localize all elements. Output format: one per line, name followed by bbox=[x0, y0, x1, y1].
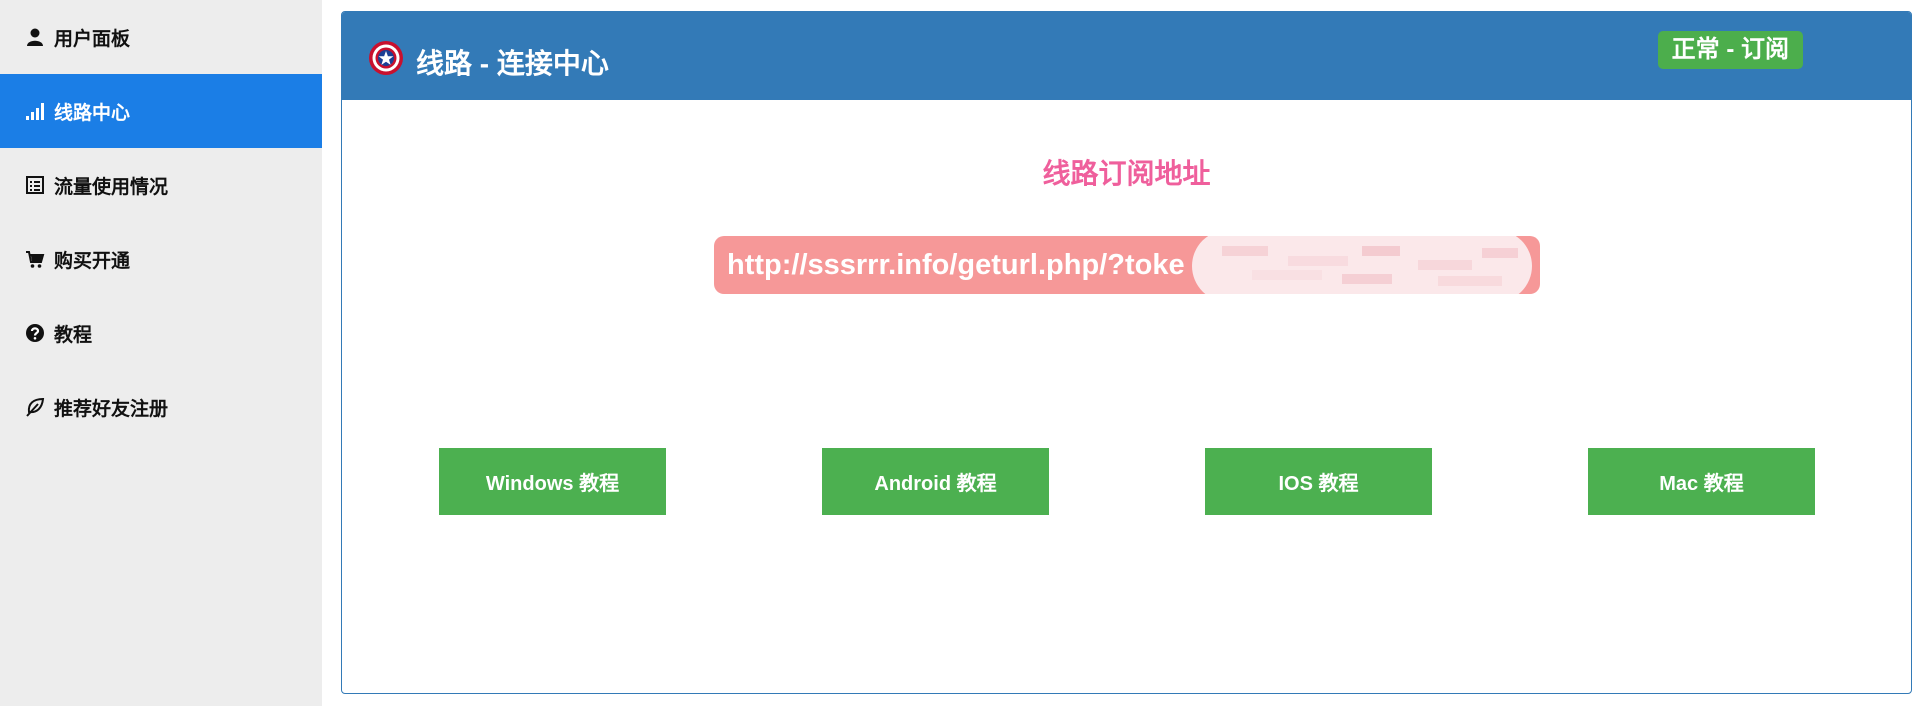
leaf-icon bbox=[22, 394, 48, 420]
sidebar-item-tutorial[interactable]: 教程 bbox=[0, 296, 322, 370]
sidebar-item-user-panel[interactable]: 用户面板 bbox=[0, 0, 322, 74]
star-shield-icon bbox=[368, 40, 404, 76]
list-icon bbox=[22, 172, 48, 198]
mac-tutorial-button[interactable]: Mac 教程 bbox=[1588, 448, 1815, 515]
question-icon bbox=[22, 320, 48, 346]
user-icon bbox=[22, 24, 48, 50]
cart-icon bbox=[22, 246, 48, 272]
sidebar-item-label: 教程 bbox=[54, 324, 93, 346]
sidebar-item-line-center[interactable]: 线路中心 bbox=[0, 74, 322, 148]
panel-title: 线路 - 连接中心 bbox=[416, 48, 609, 79]
sidebar-item-label: 推荐好友注册 bbox=[54, 398, 169, 420]
android-tutorial-button[interactable]: Android 教程 bbox=[822, 448, 1049, 515]
redacted-token-blur bbox=[1192, 236, 1532, 294]
ios-tutorial-button[interactable]: IOS 教程 bbox=[1205, 448, 1432, 515]
sidebar-item-label: 用户面板 bbox=[54, 28, 131, 50]
sidebar-item-label: 购买开通 bbox=[54, 250, 131, 272]
sidebar-item-label: 流量使用情况 bbox=[54, 176, 169, 198]
sidebar-item-label: 线路中心 bbox=[54, 102, 131, 124]
sidebar: 用户面板 线路中心 流量使用情况 购买开通 教程 推荐好友注册 bbox=[0, 0, 322, 706]
sidebar-item-traffic-usage[interactable]: 流量使用情况 bbox=[0, 148, 322, 222]
status-badge: 正常 - 订阅 bbox=[1657, 31, 1803, 69]
windows-tutorial-button[interactable]: Windows 教程 bbox=[439, 448, 666, 515]
sidebar-item-referral[interactable]: 推荐好友注册 bbox=[0, 370, 322, 444]
sidebar-item-purchase[interactable]: 购买开通 bbox=[0, 222, 322, 296]
panel-heading: 线路 - 连接中心 正常 - 订阅 bbox=[342, 12, 1911, 100]
signal-icon bbox=[22, 98, 48, 124]
line-center-panel: 线路 - 连接中心 正常 - 订阅 线路订阅地址 http://sssrrr.i… bbox=[341, 11, 1912, 694]
subscription-heading: 线路订阅地址 bbox=[1042, 158, 1211, 189]
subscription-url-text: http://sssrrr.info/geturl.php/?toke bbox=[727, 249, 1185, 281]
subscription-url-field[interactable]: http://sssrrr.info/geturl.php/?toke bbox=[714, 236, 1540, 294]
